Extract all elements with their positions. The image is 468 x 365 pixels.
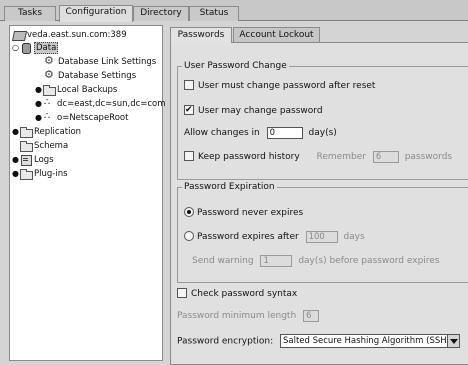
- top-tab-strip: Tasks Configuration Directory Status: [0, 0, 468, 22]
- send-warning-row: Send warning 1 day(s) before password ex…: [192, 254, 440, 267]
- allow-changes-row: Allow changes in 0 day(s): [184, 126, 337, 139]
- folder-icon: [43, 85, 56, 96]
- tab-directory[interactable]: Directory: [133, 6, 189, 21]
- must-change-checkbox[interactable]: [184, 79, 194, 90]
- must-change-checkbox-row[interactable]: User must change password after reset: [184, 79, 375, 93]
- folder-icon: [20, 127, 33, 138]
- tree-node-db-settings[interactable]: Database Settings: [44, 69, 136, 82]
- encryption-row: Password encryption: Salted Secure Hashi…: [177, 334, 460, 348]
- folder-icon: [20, 169, 33, 180]
- expander-closed-icon[interactable]: ●: [11, 168, 20, 180]
- tree-node-suffix-east[interactable]: ●dc=east,dc=sun,dc=com: [34, 97, 166, 110]
- password-expiration-group: Password Expiration Password never expir…: [177, 181, 468, 283]
- expander-open-icon[interactable]: ○: [11, 42, 20, 54]
- group-legend: User Password Change: [182, 60, 289, 72]
- tree-node-replication[interactable]: ● Replication: [11, 126, 81, 138]
- database-icon: [20, 43, 32, 54]
- expander-closed-icon[interactable]: ●: [11, 154, 20, 166]
- folder-icon: [20, 141, 33, 152]
- chevron-down-icon[interactable]: [446, 335, 459, 347]
- tree-node-db-link-settings[interactable]: Database Link Settings: [44, 55, 156, 68]
- tree-node-plugins[interactable]: ● Plug-ins: [11, 168, 68, 180]
- tab-passwords[interactable]: Passwords: [170, 27, 232, 43]
- tree-node-schema[interactable]: Schema: [20, 140, 68, 152]
- expander-closed-icon[interactable]: ●: [34, 84, 43, 96]
- expander-closed-icon[interactable]: ●: [34, 112, 43, 124]
- suffix-icon: [43, 97, 55, 109]
- suffix-icon: [43, 111, 55, 123]
- keep-history-row: Keep password history Remember 6 passwor…: [184, 150, 452, 164]
- min-length-row: Password minimum length 6: [177, 309, 320, 323]
- tree-node-server[interactable]: veda.east.sun.com:389: [13, 29, 127, 41]
- tab-configuration[interactable]: Configuration: [59, 5, 133, 22]
- gear-icon: [44, 55, 56, 67]
- send-warning-input[interactable]: 1: [260, 254, 293, 267]
- min-length-input[interactable]: 6: [303, 309, 320, 322]
- passwords-tab-content: User Password Change User must change pa…: [170, 42, 468, 365]
- tab-status[interactable]: Status: [189, 6, 239, 21]
- expander-closed-icon[interactable]: ●: [34, 98, 43, 110]
- tree-node-local-backups[interactable]: ● Local Backups: [34, 84, 117, 96]
- never-expires-row[interactable]: Password never expires: [184, 206, 303, 220]
- tree-node-suffix-netscaperoot[interactable]: ●o=NetscapeRoot: [34, 111, 128, 124]
- expires-after-radio[interactable]: [184, 230, 194, 241]
- user-password-change-group: User Password Change User must change pa…: [177, 60, 468, 180]
- check-syntax-row[interactable]: Check password syntax: [177, 287, 297, 301]
- server-icon: [13, 30, 25, 40]
- gear-icon: [44, 69, 56, 81]
- expires-after-input[interactable]: 100: [305, 230, 338, 243]
- group-legend: Password Expiration: [182, 181, 277, 193]
- navigation-tree: veda.east.sun.com:389 ○Data Database Lin…: [9, 25, 166, 361]
- encryption-select[interactable]: Salted Secure Hashing Algorithm (SSHA): [279, 334, 460, 348]
- settings-panel: Passwords Account Lockout User Password …: [167, 25, 468, 365]
- keep-history-checkbox[interactable]: [184, 150, 194, 161]
- never-expires-radio[interactable]: [184, 206, 194, 217]
- remember-count-input[interactable]: 6: [372, 150, 399, 163]
- tree-node-logs[interactable]: ● Logs: [11, 154, 54, 166]
- tab-tasks[interactable]: Tasks: [4, 6, 56, 21]
- tree-node-data[interactable]: ○ Data: [11, 42, 59, 54]
- expander-closed-icon[interactable]: ●: [11, 126, 20, 138]
- tab-account-lockout[interactable]: Account Lockout: [233, 27, 320, 43]
- check-syntax-checkbox[interactable]: [177, 287, 187, 298]
- may-change-checkbox[interactable]: [184, 103, 194, 117]
- may-change-checkbox-row[interactable]: User may change password: [184, 103, 323, 118]
- allow-changes-input[interactable]: 0: [266, 126, 303, 139]
- logs-icon: [20, 155, 32, 166]
- expires-after-row: Password expires after 100 days: [184, 230, 365, 244]
